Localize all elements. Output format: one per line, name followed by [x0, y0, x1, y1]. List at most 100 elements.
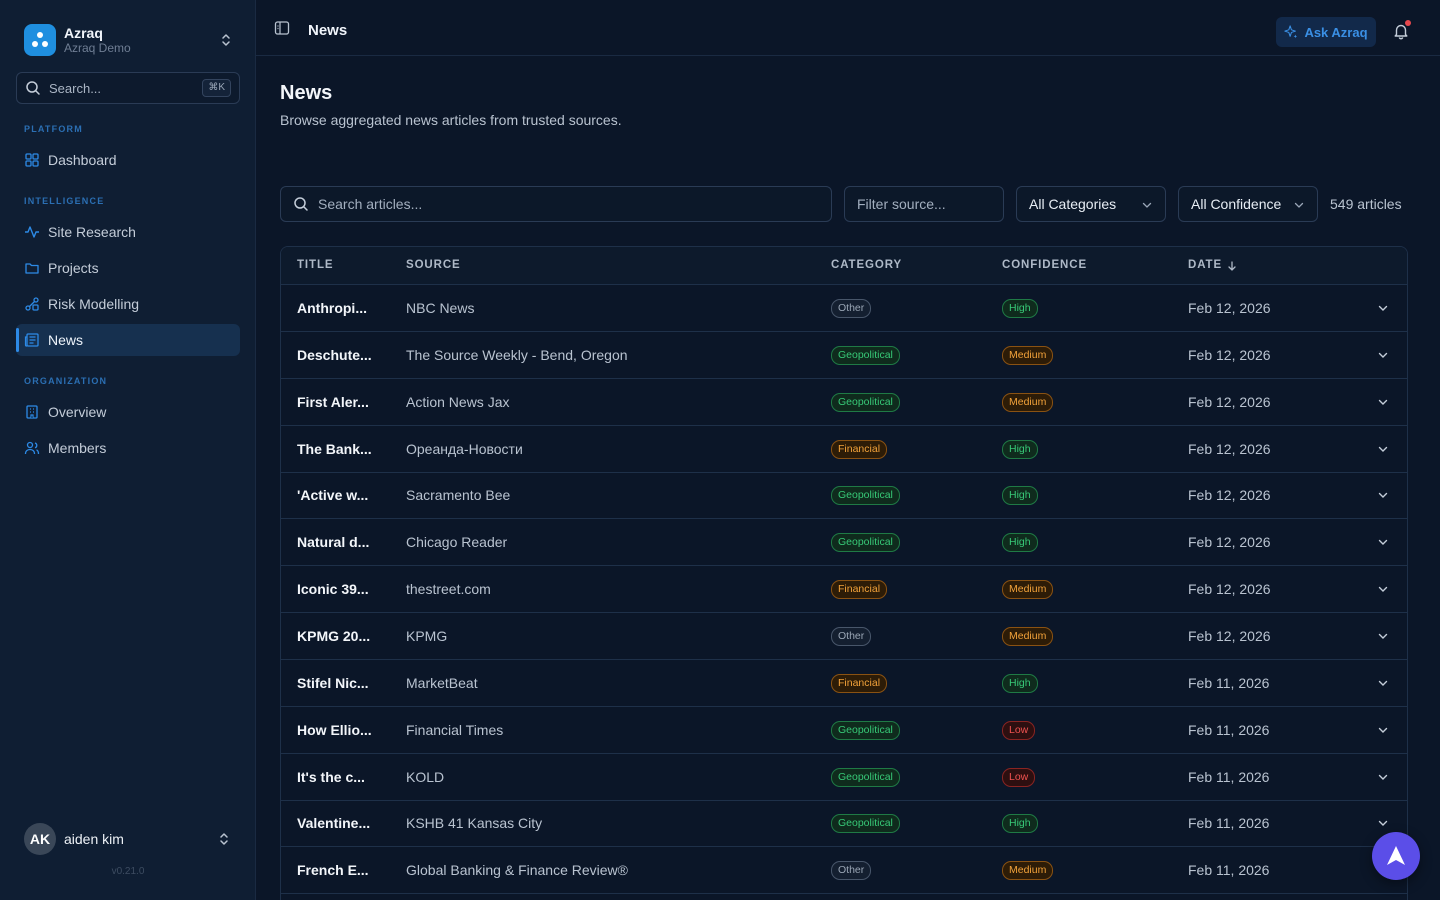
- category-badge: Geopolitical: [831, 486, 900, 506]
- table-row[interactable]: The Bank... Ореанда-Новости Financial High F…: [281, 426, 1407, 473]
- sidebar-item-label: Site Research: [48, 224, 136, 240]
- expand-row-chevron-icon[interactable]: [1377, 396, 1389, 408]
- section-label-platform: PLATFORM: [24, 124, 83, 134]
- article-source: KSHB 41 Kansas City: [406, 815, 543, 832]
- avatar: AK: [24, 823, 56, 855]
- search-icon: [294, 197, 308, 211]
- table-row[interactable]: It's the c... KOLD Geopolitical Low Feb 11, …: [281, 754, 1407, 801]
- activity-icon: [25, 226, 39, 238]
- article-title[interactable]: Natural d...: [297, 534, 369, 550]
- topbar-title: News: [308, 22, 348, 39]
- column-header-category[interactable]: CATEGORY: [831, 259, 902, 271]
- search-shortcut: ⌘K: [202, 79, 231, 97]
- column-header-source[interactable]: SOURCE: [406, 259, 461, 271]
- workspace-switcher[interactable]: Azraq Azraq Demo: [16, 16, 240, 64]
- table-row[interactable]: Stifel Nic... MarketBeat Financial High Feb …: [281, 660, 1407, 707]
- category-select[interactable]: All Categories: [1016, 186, 1166, 222]
- expand-row-chevron-icon[interactable]: [1377, 771, 1389, 783]
- article-title[interactable]: Valentine...: [297, 815, 370, 831]
- article-date: Feb 11, 2026: [1188, 674, 1270, 691]
- sidebar-item-site-research[interactable]: Site Research: [16, 216, 240, 248]
- category-badge: Other: [831, 861, 872, 881]
- article-search-input[interactable]: Search articles...: [280, 186, 832, 222]
- article-title[interactable]: How Ellio...: [297, 722, 372, 738]
- table-row[interactable]: Anthropi... NBC News Other High Feb 12, 2026: [281, 285, 1407, 332]
- expand-row-chevron-icon[interactable]: [1377, 817, 1389, 829]
- confidence-badge: Medium: [1002, 392, 1054, 412]
- chevron-down-icon: [1294, 202, 1304, 208]
- confidence-badge: High: [1002, 814, 1038, 834]
- table-row[interactable]: Valentine... KSHB 41 Kansas City Geopoliti…: [281, 800, 1407, 848]
- expand-row-chevron-icon[interactable]: [1377, 443, 1389, 455]
- sidebar-item-label: Members: [48, 440, 107, 456]
- sidebar-item-news[interactable]: News: [16, 324, 240, 356]
- category-badge: Financial: [831, 439, 888, 459]
- expand-row-chevron-icon[interactable]: [1377, 583, 1389, 595]
- news-table: TITLE SOURCE CATEGORY CONFIDENCE DATE An…: [280, 246, 1408, 900]
- article-date: Feb 12, 2026: [1188, 440, 1271, 457]
- sidebar-item-members[interactable]: Members: [16, 432, 240, 464]
- table-row[interactable]: First Aler... Action News Jax Geopolitical…: [281, 379, 1407, 426]
- section-label-intelligence: INTELLIGENCE: [24, 196, 105, 206]
- user-menu[interactable]: AK aiden kim: [16, 822, 240, 856]
- article-title[interactable]: It's the c...: [297, 769, 365, 785]
- source-filter-input[interactable]: Filter source...: [844, 186, 1004, 222]
- sidebar-item-overview[interactable]: Overview: [16, 396, 240, 428]
- search-icon: [26, 81, 40, 95]
- sidebar-item-projects[interactable]: Projects: [16, 252, 240, 284]
- table-row[interactable]: How Ellio... Financial Times Geopolitical L…: [281, 707, 1407, 754]
- expand-row-chevron-icon[interactable]: [1377, 349, 1389, 361]
- confidence-select[interactable]: All Confidence: [1178, 186, 1318, 222]
- article-title[interactable]: First Aler...: [297, 394, 369, 410]
- workspace-subtitle: Azraq Demo: [64, 41, 131, 55]
- article-title[interactable]: The Bank...: [297, 441, 372, 457]
- sidebar-item-dashboard[interactable]: Dashboard: [16, 144, 240, 176]
- sparkles-icon: [1284, 25, 1298, 39]
- assistant-fab-button[interactable]: [1372, 832, 1420, 880]
- column-header-confidence[interactable]: CONFIDENCE: [1002, 259, 1087, 271]
- workspace-name: Azraq: [64, 25, 103, 41]
- expand-row-chevron-icon[interactable]: [1377, 489, 1389, 501]
- ask-azraq-button[interactable]: Ask Azraq: [1276, 17, 1376, 47]
- chevron-down-icon: [1142, 202, 1152, 208]
- article-date: Feb 12, 2026: [1188, 346, 1271, 363]
- confidence-badge: High: [1002, 673, 1038, 693]
- article-title[interactable]: KPMG 20...: [297, 628, 370, 644]
- article-title[interactable]: Anthropi...: [297, 300, 367, 316]
- newspaper-icon: [24, 333, 39, 347]
- table-row[interactable]: Iconic 39... thestreet.com Financial Medium…: [281, 566, 1407, 614]
- page-description: Browse aggregated news articles from tru…: [280, 112, 622, 128]
- source-filter-placeholder: Filter source...: [857, 196, 946, 212]
- sidebar-toggle-icon[interactable]: [274, 20, 290, 36]
- sidebar-item-risk-modelling[interactable]: Risk Modelling: [16, 288, 240, 320]
- article-date: Feb 11, 2026: [1188, 862, 1270, 879]
- category-badge: Geopolitical: [831, 533, 900, 553]
- table-row[interactable]: KPMG 20... KPMG Other Medium Feb 12, 2026: [281, 613, 1407, 660]
- expand-row-chevron-icon[interactable]: [1377, 630, 1389, 642]
- expand-row-chevron-icon[interactable]: [1377, 677, 1389, 689]
- column-header-date[interactable]: DATE: [1188, 259, 1222, 271]
- sidebar-search[interactable]: Search... ⌘K: [16, 72, 240, 104]
- article-date: Feb 11, 2026: [1188, 768, 1270, 785]
- article-title[interactable]: Deschute...: [297, 347, 372, 363]
- table-row[interactable]: Natural d... Chicago Reader Geopolitical Hi…: [281, 519, 1407, 567]
- article-date: Feb 12, 2026: [1188, 487, 1271, 504]
- article-title[interactable]: 'Active w...: [297, 487, 368, 503]
- table-row[interactable]: Deschute... The Source Weekly - Bend, Ore…: [281, 332, 1407, 379]
- expand-row-chevron-icon[interactable]: [1377, 724, 1389, 736]
- article-title[interactable]: French E...: [297, 862, 369, 878]
- table-row[interactable]: French E... Global Banking & Finance Revi…: [281, 847, 1407, 895]
- column-header-title[interactable]: TITLE: [297, 259, 333, 271]
- sidebar-search-placeholder: Search...: [49, 80, 102, 96]
- confidence-badge: Low: [1002, 767, 1036, 787]
- article-source: The Source Weekly - Bend, Oregon: [406, 346, 628, 363]
- article-title[interactable]: Iconic 39...: [297, 581, 369, 597]
- app-version: v0.21.0: [111, 866, 145, 877]
- expand-row-chevron-icon[interactable]: [1377, 302, 1389, 314]
- notification-dot: [1405, 20, 1411, 26]
- article-title[interactable]: Stifel Nic...: [297, 675, 369, 691]
- category-badge: Geopolitical: [831, 814, 900, 834]
- table-row[interactable]: 'Active w... Sacramento Bee Geopolitical Hi…: [281, 472, 1407, 520]
- category-badge: Geopolitical: [831, 345, 900, 365]
- expand-row-chevron-icon[interactable]: [1377, 536, 1389, 548]
